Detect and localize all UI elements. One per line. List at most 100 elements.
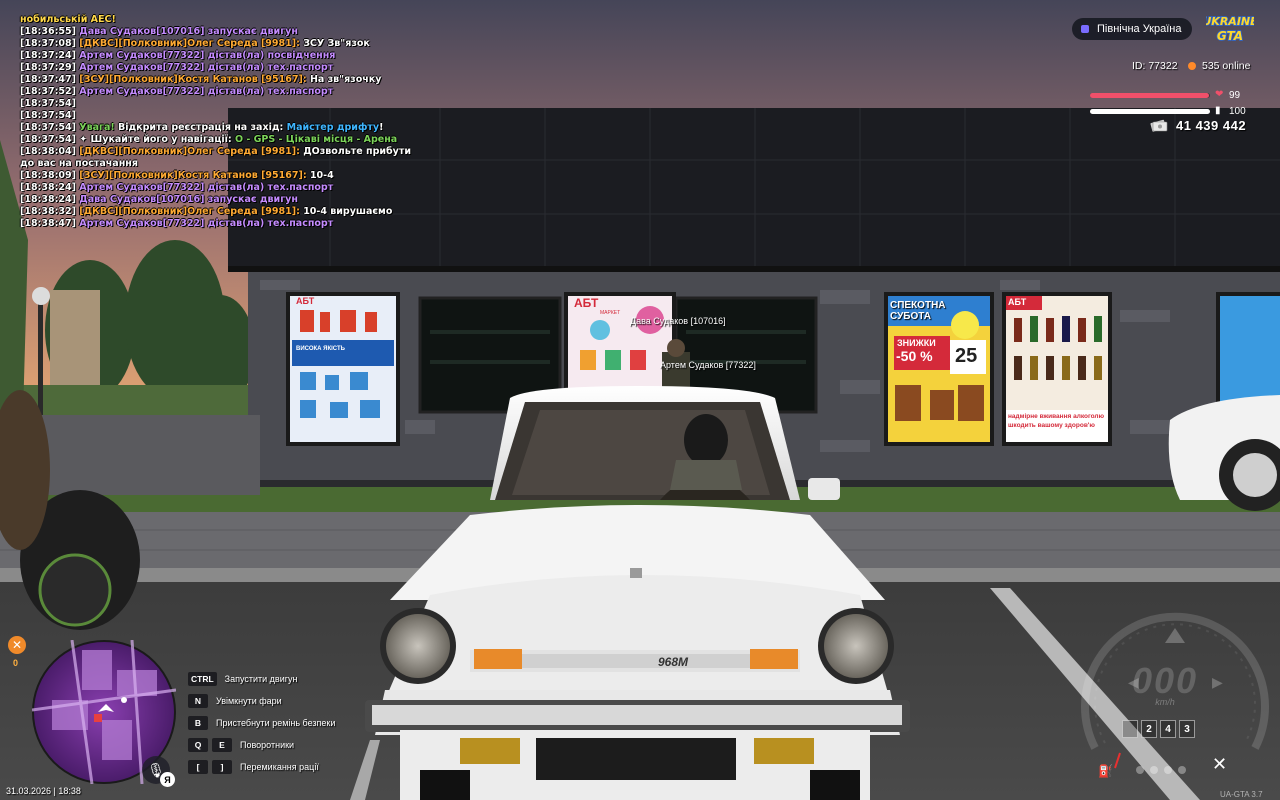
hint-label: Поворотники bbox=[240, 740, 295, 750]
chat-line: [18:37:08] [ДКВС][Полковник]Олег Середа … bbox=[20, 38, 420, 50]
health-bar-fill bbox=[1090, 93, 1209, 98]
armor-value: 100 bbox=[1229, 106, 1246, 117]
poster-brand: АБТ bbox=[1008, 297, 1027, 307]
chat-segment: [18:37:24] bbox=[20, 50, 80, 61]
chat-segment: ! bbox=[379, 122, 384, 133]
wanted-level: 0 bbox=[13, 658, 19, 668]
key-cap: CTRL bbox=[188, 672, 217, 686]
key-cap: B bbox=[188, 716, 208, 730]
gear-slot: 2 bbox=[1141, 720, 1157, 738]
player-nametag[interactable]: Артем Судаков [77322] bbox=[660, 360, 756, 370]
chat-line: [18:38:04] [ДКВС][Полковник]Олег Середа … bbox=[20, 146, 420, 170]
gear-slot: 4 bbox=[1160, 720, 1176, 738]
online-count: 535 online bbox=[1188, 60, 1250, 72]
online-text: 535 online bbox=[1202, 60, 1251, 72]
chat-segment: O - GPS - Цікаві місця - Арена bbox=[234, 134, 398, 145]
date-time: 31.03.2026 | 18:38 bbox=[6, 786, 81, 796]
car-model-badge: 968М bbox=[658, 655, 689, 669]
chat-line: [18:37:52] Артем Судаков[77322] дістав(л… bbox=[20, 86, 420, 98]
fuel-icon: ⛽ bbox=[1098, 764, 1113, 778]
wanted-icon: ✕ bbox=[8, 636, 26, 654]
map-marker-icon bbox=[94, 714, 102, 722]
chat-line: [18:37:24] Артем Судаков[77322] дістав(л… bbox=[20, 50, 420, 62]
poster-brand: АБТ bbox=[296, 296, 315, 306]
chat-segment: [18:37:08] bbox=[20, 38, 80, 49]
control-hint: [] Перемикання рації bbox=[188, 756, 335, 778]
region-icon bbox=[1081, 25, 1089, 33]
health-bar bbox=[1090, 93, 1210, 98]
control-hints: CTRL Запустити двигун N Увімкнути фари B Прис… bbox=[188, 668, 335, 778]
logo-line-1: UKRAINE bbox=[1206, 15, 1254, 28]
chat-segment: Артем Судаков[77322] дістав(ла) тех.пасп… bbox=[79, 182, 334, 193]
chat-segment: [18:36:55] bbox=[20, 26, 80, 37]
chat-segment: [ЗСУ][Полковник]Костя Катанов [95167]: bbox=[79, 74, 310, 85]
keyboard-layout-badge: Я bbox=[160, 772, 175, 787]
money-icon bbox=[1150, 119, 1168, 132]
poster-discount: -50 % bbox=[896, 348, 933, 364]
key-cap: [ bbox=[188, 760, 208, 774]
key-cap: N bbox=[188, 694, 208, 708]
chat-segment: [18:38:32] bbox=[20, 206, 80, 217]
poster-warning: надмірне вживання алкоголю шкодить вашом… bbox=[1008, 413, 1105, 429]
poster-headline: ВИСОКА ЯКІСТЬ bbox=[296, 346, 345, 352]
repair-tools-icon: ✕ bbox=[1212, 754, 1228, 774]
chat-segment: [18:37:54] bbox=[20, 110, 76, 121]
chat-segment: Увага! bbox=[79, 122, 119, 133]
health-value: 99 bbox=[1229, 90, 1241, 101]
chat-segment: [18:38:04] bbox=[20, 146, 80, 157]
player-id: ID: 77322 bbox=[1132, 60, 1178, 72]
chat-segment: [18:37:52] bbox=[20, 86, 80, 97]
chat-segment: [18:38:47] bbox=[20, 218, 80, 229]
chat-segment: Дава Судаков[107016] запускає двигун bbox=[79, 26, 298, 37]
chat-line: [18:36:55] Дава Судаков[107016] запускає… bbox=[20, 26, 420, 38]
online-icon bbox=[1188, 62, 1196, 70]
chat-segment: Відкрита реєстрація на захід: bbox=[118, 122, 287, 133]
key-cap: E bbox=[212, 738, 232, 752]
chat-segment: [18:37:54] bbox=[20, 98, 76, 109]
hint-label: Пристебнути ремінь безпеки bbox=[216, 718, 336, 728]
chat-segment: [18:37:54] bbox=[20, 134, 80, 145]
control-hint: B Пристебнути ремінь безпеки bbox=[188, 712, 335, 734]
chat-segment: 10-4 вирушаємо bbox=[303, 206, 393, 217]
chat-line: [18:37:47] [ЗСУ][Полковник]Костя Катанов… bbox=[20, 74, 420, 86]
chat-line: [18:37:54] bbox=[20, 110, 420, 122]
chat-segment: Артем Судаков[77322] дістав(ла) тех.пасп… bbox=[79, 62, 334, 73]
gear-slot bbox=[1122, 720, 1138, 738]
chat-segment: Артем Судаков[77322] дістав(ла) посвідче… bbox=[79, 50, 336, 61]
speed-value: 000 bbox=[1131, 660, 1199, 701]
chat-segment: ЗСУ Зв"язок bbox=[303, 38, 370, 49]
poster-brand: АБТ bbox=[574, 296, 599, 310]
poster-date: 25 bbox=[955, 345, 978, 367]
chat-segment: [18:37:54] bbox=[20, 122, 80, 133]
chat-line: [18:37:54] Увага! Відкрита реєстрація на… bbox=[20, 122, 420, 134]
hint-label: Запустити двигун bbox=[224, 674, 298, 684]
armor-bar-fill bbox=[1090, 109, 1210, 114]
key-cap: Q bbox=[188, 738, 208, 752]
chat-segment: [ЗСУ][Полковник]Костя Катанов [95167]: bbox=[79, 170, 310, 181]
chat-line: [18:38:24] Артем Судаков[77322] дістав(л… bbox=[20, 182, 420, 194]
poster-sale: ЗНИЖКИ bbox=[897, 338, 936, 348]
chat-line: [18:38:47] Артем Судаков[77322] дістав(л… bbox=[20, 218, 420, 230]
warning-icon bbox=[1165, 628, 1185, 643]
chat-line: нобильській АЕС! bbox=[20, 14, 420, 26]
money-balance: 41 439 442 bbox=[1176, 118, 1247, 133]
chat-segment: [18:37:29] bbox=[20, 62, 80, 73]
hint-label: Увімкнути фари bbox=[216, 696, 282, 706]
chat-line: [18:37:54] ✦ Шукайте його у навігації: O… bbox=[20, 134, 420, 146]
chat-segment: Артем Судаков[77322] дістав(ла) тех.пасп… bbox=[79, 218, 334, 229]
poster-subtitle: МАРКЕТ bbox=[600, 310, 621, 316]
chat-segment: нобильській АЕС! bbox=[20, 14, 116, 25]
control-hint: Q E Поворотники bbox=[188, 734, 335, 756]
gear-slot: 3 bbox=[1179, 720, 1195, 738]
chat-line: [18:38:09] [ЗСУ][Полковник]Костя Катанов… bbox=[20, 170, 420, 182]
chat-segment: [ДКВС][Полковник]Олег Середа [9981]: bbox=[79, 206, 304, 217]
chat-segment: [18:38:24] bbox=[20, 194, 80, 205]
chat-line: [18:38:32] [ДКВС][Полковник]Олег Середа … bbox=[20, 206, 420, 218]
chat-log: нобильській АЕС! [18:36:55] Дава Судаков[… bbox=[20, 14, 420, 230]
key-cap: ] bbox=[212, 760, 232, 774]
player-nametag[interactable]: Дава Судаков [107016] bbox=[630, 316, 726, 326]
chat-segment: ✦ Шукайте його у навігації: bbox=[79, 134, 235, 145]
chat-line: [18:37:29] Артем Судаков[77322] дістав(л… bbox=[20, 62, 420, 74]
speed-unit: km/h bbox=[1155, 697, 1175, 707]
game-version: UA-GTA 3.7 bbox=[1220, 790, 1263, 799]
